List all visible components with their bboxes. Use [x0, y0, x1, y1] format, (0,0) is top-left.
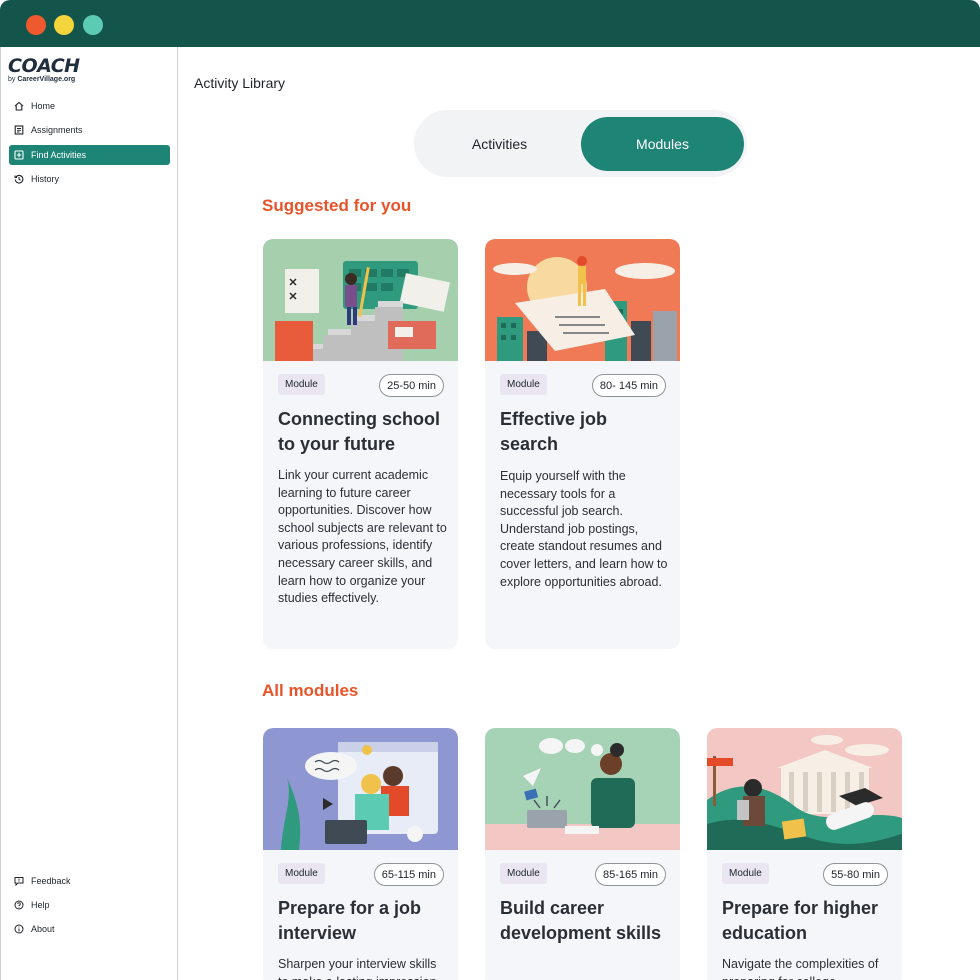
tab-modules[interactable]: Modules [581, 117, 744, 171]
home-icon [13, 101, 24, 112]
module-title: Build career development skills [500, 898, 662, 943]
history-icon [13, 174, 24, 185]
maximize-window-button[interactable] [83, 15, 103, 35]
duration-pill: 65-115 min [373, 863, 444, 886]
sidebar-item-home[interactable]: Home [9, 96, 170, 116]
brand-name: COACH [8, 55, 80, 77]
module-illustration-stairs [263, 239, 458, 361]
module-card-higher-education[interactable]: Module 55-80 min Prepare for higher educ… [707, 728, 902, 980]
module-card-connecting-school[interactable]: Module 25-50 min Connecting school to yo… [263, 239, 458, 649]
duration-pill: 25-50 min [379, 374, 444, 397]
module-illustration-video-call [263, 728, 458, 850]
window-titlebar [0, 0, 980, 47]
sidebar-item-assignments[interactable]: Assignments [9, 120, 170, 140]
minimize-window-button[interactable] [54, 15, 74, 35]
section-title-all-modules: All modules [262, 681, 359, 700]
tab-activities[interactable]: Activities [418, 117, 581, 171]
module-illustration-university [707, 728, 902, 850]
module-title: Effective job search [500, 409, 608, 454]
brand-byline: by CareerVillage.org [8, 76, 76, 83]
module-badge: Module [500, 374, 547, 395]
sidebar-item-history[interactable]: History [9, 169, 170, 189]
module-title: Connecting school to your future [278, 409, 440, 454]
module-card-career-development[interactable]: Module 85-165 min Build career developme… [485, 728, 680, 980]
module-badge: Module [722, 863, 769, 884]
page-title: Activity Library [194, 75, 286, 91]
module-badge: Module [500, 863, 547, 884]
assignments-icon [13, 125, 24, 136]
sidebar-item-label: History [31, 174, 60, 184]
module-card-effective-job-search[interactable]: Module 80- 145 min Effective job search … [485, 239, 680, 649]
module-illustration-city [485, 239, 680, 361]
sidebar-item-label: About [31, 924, 55, 934]
sidebar-item-label: Help [31, 900, 50, 910]
module-description: Equip yourself with the necessary tools … [500, 469, 668, 589]
sidebar-item-feedback[interactable]: Feedback [9, 871, 170, 891]
sidebar-item-help[interactable]: Help [9, 895, 170, 915]
info-icon [13, 924, 24, 935]
module-title: Prepare for a job interview [278, 898, 422, 943]
brand-logo[interactable]: COACH by CareerVillage.org [8, 55, 80, 83]
sidebar-item-about[interactable]: About [9, 919, 170, 939]
close-window-button[interactable] [26, 15, 46, 35]
section-title-suggested: Suggested for you [262, 196, 412, 215]
sidebar-item-find-activities[interactable]: Find Activities [9, 145, 170, 165]
feedback-icon [13, 876, 24, 887]
module-card-job-interview[interactable]: Module 65-115 min Prepare for a job inte… [263, 728, 458, 980]
duration-pill: 80- 145 min [591, 374, 666, 397]
module-badge: Module [278, 374, 325, 395]
module-title: Prepare for higher education [722, 898, 879, 943]
module-description: Link your current academic learning to f… [278, 468, 447, 606]
sidebar-item-label: Feedback [31, 876, 71, 886]
duration-pill: 55-80 min [823, 863, 888, 886]
sidebar-item-label: Home [31, 101, 56, 111]
module-description: Navigate the complexities of preparing f… [722, 957, 879, 980]
help-icon [13, 900, 24, 911]
module-illustration-laptop-work [485, 728, 680, 850]
duration-pill: 85-165 min [594, 863, 666, 886]
sidebar: COACH by CareerVillage.org Home Assignme… [0, 47, 178, 980]
sidebar-item-label: Find Activities [31, 150, 87, 160]
module-description: Sharpen your interview skills to make a … [278, 957, 437, 980]
sidebar-item-label: Assignments [31, 125, 83, 135]
plus-square-icon [13, 150, 24, 161]
module-badge: Module [278, 863, 325, 884]
